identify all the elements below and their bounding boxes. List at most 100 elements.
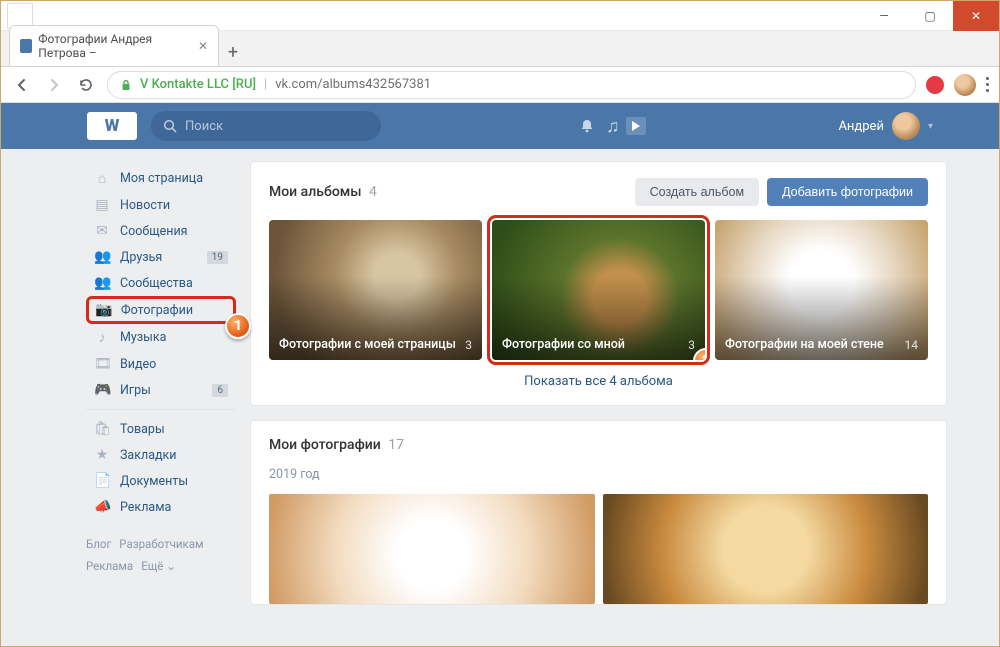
sidebar-item-label: Видео [120,357,156,372]
sidebar-item-photos[interactable]: 📷Фотографии 1 [86,296,236,324]
tab-title: Фотографии Андрея Петрова – [38,32,192,60]
photos-count: 17 [388,437,404,453]
chevron-down-icon: ▾ [928,121,933,132]
video-play-icon[interactable] [626,117,646,135]
badge-count: 19 [207,251,228,264]
sidebar-item-profile[interactable]: ⌂ Моя страница [86,165,236,192]
sidebar-item-label: Закладки [120,448,177,463]
news-icon: ▤ [94,197,110,213]
sidebar-item-groups[interactable]: 👥 Сообщества [86,270,236,296]
photos-title: Мои фотографии 17 [269,437,928,453]
notifications-icon[interactable] [574,113,600,139]
arrow-right-icon [46,77,62,93]
photos-year-label: 2019 год [269,467,928,482]
show-all-albums-link[interactable]: Показать все 4 альбома [269,374,928,389]
sidebar-item-music[interactable]: ♪Музыка [86,324,236,351]
sidebar-item-label: Новости [120,198,170,213]
star-icon: ★ [94,447,110,463]
sidebar-item-label: Музыка [120,330,166,345]
album-label: Фотографии на моей стене [725,337,884,352]
sidebar-item-label: Моя страница [120,171,203,186]
extension-icon[interactable] [926,76,944,94]
vk-header: W Поиск ♫ Андрей ▾ [1,103,999,149]
album-count: 3 [465,338,472,352]
sidebar-divider [86,409,236,410]
games-icon: 🎮 [94,382,110,398]
browser-tab[interactable]: Фотографии Андрея Петрова – ✕ [9,25,219,66]
photos-row [269,494,928,604]
album-label: Фотографии с моей страницы [279,337,456,352]
sidebar-item-docs[interactable]: 📄Документы [86,468,236,494]
sidebar-item-label: Документы [120,474,188,489]
album-count: 14 [905,338,919,352]
friends-icon: 👥 [94,249,110,265]
secure-org-label: V Kontakte LLC [RU] [140,77,256,92]
profile-avatar-button[interactable] [954,74,976,96]
reload-icon [78,77,94,93]
sidebar-item-label: Реклама [120,500,171,515]
page-body: ⌂ Моя страница ▤ Новости ✉Сообщения 👥 Друзь… [1,149,999,605]
new-tab-button[interactable]: + [219,38,247,66]
arrow-left-icon [14,77,30,93]
address-bar[interactable]: V Kontakte LLC [RU] | vk.com/albums43256… [107,71,916,99]
footer-link-dev[interactable]: Разработчикам [119,537,203,551]
groups-icon: 👥 [94,275,110,291]
forward-button[interactable] [43,74,65,96]
album-item[interactable]: Фотографии на моей стене 14 [715,220,928,360]
window-maximize-button[interactable]: ▢ [907,1,953,31]
browser-toolbar: V Kontakte LLC [RU] | vk.com/albums43256… [1,67,999,103]
sidebar-item-games[interactable]: 🎮 Игры 6 [86,377,236,403]
add-photos-button[interactable]: Добавить фотографии [767,178,928,206]
sidebar-item-label: Друзья [120,250,162,265]
album-item[interactable]: Фотографии со мной 3 2 [492,220,705,360]
bag-icon: 🛍 [94,421,110,437]
window-close-button[interactable]: ✕ [953,1,999,31]
sidebar-footer: Блог Разработчикам Реклама Ещё ⌄ [86,534,236,578]
sidebar-item-ads[interactable]: 📣 Реклама [86,494,236,520]
browser-tabstrip: Фотографии Андрея Петрова – ✕ + [1,31,999,67]
window-minimize-button[interactable]: — [861,1,907,31]
photo-thumbnail[interactable] [603,494,929,604]
home-icon: ⌂ [94,170,110,187]
sidebar-item-video[interactable]: 🎞Видео [86,351,236,377]
sidebar-item-label: Товары [120,422,165,437]
sidebar-item-label: Фотографии [121,303,193,318]
url-text: vk.com/albums432567381 [275,77,431,92]
lock-icon [120,79,132,91]
vk-logo[interactable]: W [87,112,137,140]
album-item[interactable]: Фотографии с моей страницы 3 [269,220,482,360]
create-album-button[interactable]: Создать альбом [635,178,759,206]
albums-title: Мои альбомы 4 [269,184,377,200]
sidebar-item-label: Сообщения [120,224,188,239]
user-menu[interactable]: Андрей ▾ [838,112,933,140]
footer-link-more[interactable]: Ещё ⌄ [141,559,176,573]
reload-button[interactable] [75,74,97,96]
sidebar-item-label: Игры [120,383,151,398]
sidebar-item-friends[interactable]: 👥 Друзья 19 [86,244,236,270]
annotation-marker-1: 1 [225,313,251,339]
search-input[interactable]: Поиск [151,111,381,141]
footer-link-ads[interactable]: Реклама [86,559,133,573]
sidebar-item-news[interactable]: ▤ Новости [86,192,236,218]
sidebar: ⌂ Моя страница ▤ Новости ✉Сообщения 👥 Друзь… [86,161,236,578]
albums-row: Фотографии с моей страницы 3 Фотографии … [269,220,928,360]
photos-card: Мои фотографии 17 2019 год [250,420,947,605]
albums-title-text: Мои альбомы [269,184,362,200]
tab-close-icon[interactable]: ✕ [198,39,208,53]
sidebar-item-market[interactable]: 🛍 Товары [86,416,236,442]
music-icon[interactable]: ♫ [600,113,626,139]
badge-count: 6 [212,384,228,397]
page-viewport: W Поиск ♫ Андрей ▾ ⌂Моя страница ▤Новос [1,103,999,646]
megaphone-icon: 📣 [94,499,110,515]
user-avatar-icon [892,112,920,140]
search-icon [163,119,177,133]
camera-icon: 📷 [95,302,111,318]
browser-window: — ▢ ✕ Фотографии Андрея Петрова – ✕ + V … [0,0,1000,647]
photo-thumbnail[interactable] [269,494,595,604]
sidebar-item-messages[interactable]: ✉Сообщения [86,218,236,244]
sidebar-item-label: Сообщества [120,276,193,291]
sidebar-item-bookmarks[interactable]: ★ Закладки [86,442,236,468]
browser-menu-button[interactable] [986,77,989,92]
footer-link-blog[interactable]: Блог [86,537,111,551]
back-button[interactable] [11,74,33,96]
